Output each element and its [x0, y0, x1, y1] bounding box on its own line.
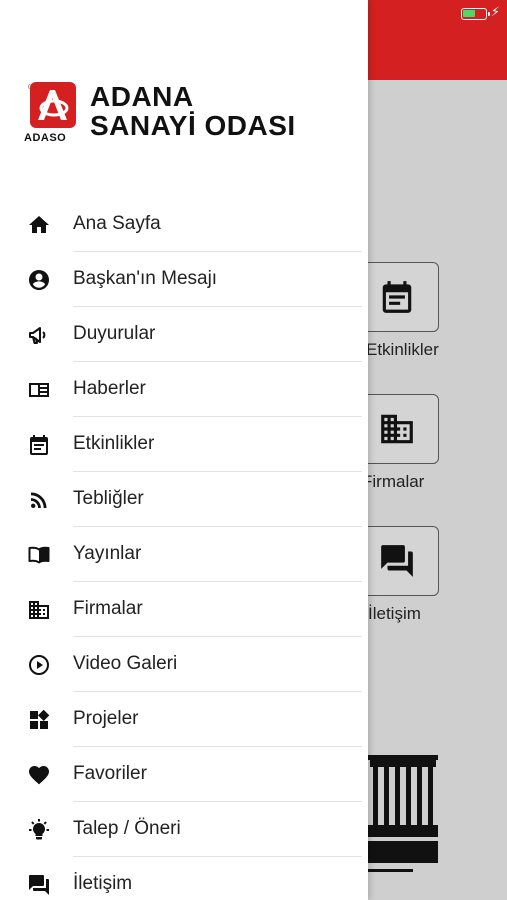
calendar-icon [26, 432, 52, 458]
menu-item-label: Başkan'ın Mesajı [73, 268, 218, 289]
menu-item-label: Duyurular [73, 323, 156, 344]
menu-item-label: Haberler [73, 378, 146, 399]
menu-item-iletisim[interactable]: İletişim [0, 857, 368, 900]
menu-item-etkinlikler[interactable]: Etkinlikler [0, 417, 368, 472]
play-circle-icon [26, 652, 52, 678]
drawer-menu: Ana Sayfa Başkan'ın Mesajı Duyurular Hab… [0, 197, 368, 900]
menu-item-duyurular[interactable]: Duyurular [0, 307, 368, 362]
menu-item-favoriler[interactable]: Favoriler [0, 747, 368, 802]
newspaper-icon [26, 377, 52, 403]
menu-item-video-galeri[interactable]: Video Galeri [0, 637, 368, 692]
rss-icon [26, 487, 52, 513]
menu-item-firmalar[interactable]: Firmalar [0, 582, 368, 637]
tile-label-etkinlikler: Etkinlikler [366, 340, 439, 359]
buildings-icon [381, 414, 413, 444]
menu-item-label: Etkinlikler [73, 433, 155, 454]
menu-item-haberler[interactable]: Haberler [0, 362, 368, 417]
buildings-icon [26, 597, 52, 623]
menu-item-label: Favoriler [73, 763, 147, 784]
lightbulb-icon [26, 817, 52, 843]
adaso-logo: 01 ADASO ADANA SANAYİ ODASI [24, 80, 354, 150]
menu-item-label: Ana Sayfa [73, 213, 161, 234]
widgets-icon [26, 707, 52, 733]
menu-item-projeler[interactable]: Projeler [0, 692, 368, 747]
navigation-drawer: 01 ADASO ADANA SANAYİ ODASI Ana Sayfa Ba… [0, 0, 368, 900]
logo-title-line1: ADANA [90, 81, 194, 112]
menu-item-label: Yayınlar [73, 543, 142, 564]
chat-icon [26, 872, 52, 898]
menu-item-talep-oneri[interactable]: Talep / Öneri [0, 802, 368, 857]
battery-icon [461, 8, 490, 20]
charging-icon: ⚡ [490, 5, 500, 20]
tile-label-firmalar: Firmalar [362, 472, 425, 491]
menu-item-label: Talep / Öneri [73, 818, 181, 839]
menu-item-yayinlar[interactable]: Yayınlar [0, 527, 368, 582]
book-open-icon [26, 542, 52, 568]
chat-icon [381, 545, 413, 577]
account-circle-icon [26, 267, 52, 293]
logo-title-line2: SANAYİ ODASI [90, 110, 296, 141]
menu-item-label: Firmalar [73, 598, 143, 619]
megaphone-icon [26, 322, 52, 348]
menu-item-tebligler[interactable]: Tebliğler [0, 472, 368, 527]
svg-text:01: 01 [28, 85, 35, 91]
menu-item-label: İletişim [73, 873, 133, 894]
tile-label-iletisim: İletişim [368, 604, 421, 623]
logo-title: ADANA SANAYİ ODASI [90, 82, 296, 140]
home-icon [26, 212, 52, 238]
calendar-icon [382, 281, 412, 313]
logo-abbreviation: ADASO [24, 132, 67, 144]
menu-item-label: Video Galeri [73, 653, 178, 674]
heart-icon [26, 762, 52, 788]
menu-item-baskanin-mesaji[interactable]: Başkan'ın Mesajı [0, 252, 368, 307]
menu-item-label: Tebliğler [73, 488, 144, 509]
menu-item-label: Projeler [73, 708, 139, 729]
monument-illustration [368, 755, 438, 872]
menu-item-ana-sayfa[interactable]: Ana Sayfa [0, 197, 368, 252]
